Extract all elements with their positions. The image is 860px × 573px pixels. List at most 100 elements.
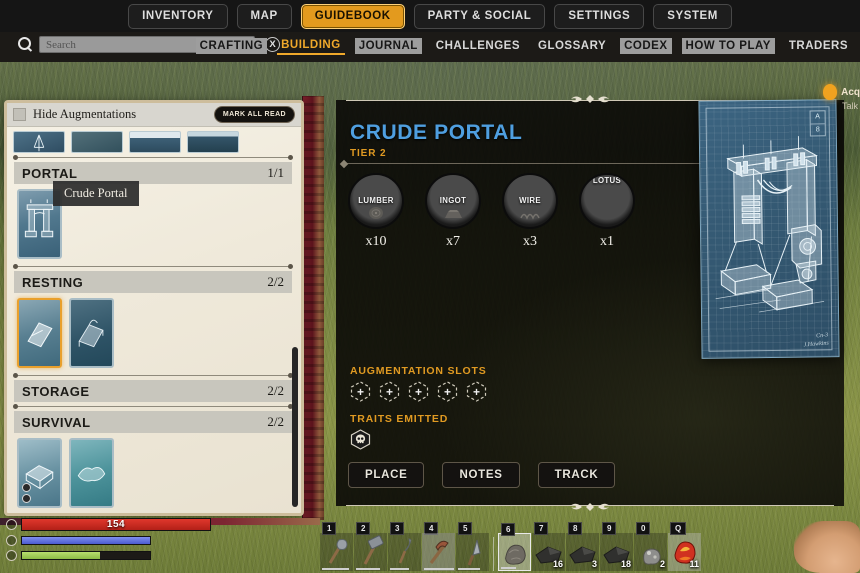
category-name: RESTING xyxy=(22,274,84,290)
item-count: 16 xyxy=(552,559,563,569)
wire-icon xyxy=(520,213,540,220)
hotbar-divider xyxy=(493,537,494,571)
subtab-traders[interactable]: TRADERS xyxy=(785,38,852,54)
material-ingot[interactable]: INGOT × x7 xyxy=(425,173,481,250)
mark-all-read-button[interactable]: MARK ALL READ xyxy=(213,106,295,123)
ornament-bottom xyxy=(336,499,844,512)
category-header-survival[interactable]: SURVIVAL 2/2 xyxy=(14,411,292,433)
material-name: LUMBER xyxy=(358,195,394,205)
item-count: 3 xyxy=(591,559,597,569)
durability-bar xyxy=(501,567,516,569)
divider xyxy=(13,373,293,378)
augmentation-slots-label: AUGMENTATION SLOTS xyxy=(350,365,487,377)
list-item[interactable] xyxy=(71,131,123,153)
game-screen: INVENTORY MAP GUIDEBOOK PARTY & SOCIAL S… xyxy=(0,0,860,573)
material-name: INGOT xyxy=(439,195,467,205)
hotbar-slot[interactable]: 2 xyxy=(354,522,387,571)
list-item[interactable] xyxy=(17,438,62,508)
sickle-icon xyxy=(398,538,412,564)
list-item[interactable] xyxy=(69,438,114,508)
hotbar-slot[interactable]: 5 xyxy=(456,522,489,571)
subtab-glossary[interactable]: GLOSSARY xyxy=(534,38,610,54)
augmentation-badge-icon xyxy=(22,483,31,492)
notification-subtitle: Talk xyxy=(841,101,858,111)
health-row: 154 xyxy=(6,518,211,531)
traits-emitted-label: TRAITS EMITTED xyxy=(350,413,449,425)
slot-plus-icon: + xyxy=(472,384,480,399)
list-item[interactable] xyxy=(17,298,62,368)
nav-tab-party-social[interactable]: PARTY & SOCIAL xyxy=(413,3,546,29)
category-count: 2/2 xyxy=(267,274,284,289)
book-page: Hide Augmentations MARK ALL READ PORTAL xyxy=(4,100,304,516)
augmentation-slot[interactable]: + xyxy=(379,381,400,402)
hotbar-slot[interactable]: Q 11 xyxy=(668,522,701,571)
sidebar-scrollbar[interactable] xyxy=(292,347,298,507)
hotbar-slot[interactable]: 3 xyxy=(388,522,421,571)
notification-title: Acq xyxy=(841,86,860,98)
subtab-building[interactable]: BUILDING xyxy=(277,37,345,55)
nav-tab-guidebook[interactable]: GUIDEBOOK xyxy=(300,3,405,29)
slot-plus-icon: + xyxy=(443,384,451,399)
augmentation-badge-icon xyxy=(22,494,31,503)
augmentation-slot[interactable]: + xyxy=(466,381,487,402)
list-item[interactable] xyxy=(69,298,114,368)
subtab-journal[interactable]: JOURNAL xyxy=(354,38,422,54)
hotbar-slot[interactable]: 8 3 xyxy=(566,522,599,571)
hotbar-slot[interactable]: 1 xyxy=(320,522,353,571)
category-header-resting[interactable]: RESTING 2/2 xyxy=(14,271,292,293)
main-navigation-bar: INVENTORY MAP GUIDEBOOK PARTY & SOCIAL S… xyxy=(0,0,860,32)
material-wire[interactable]: WIRE × x3 xyxy=(502,173,558,250)
stamina-row xyxy=(6,550,211,561)
nav-tab-map[interactable]: MAP xyxy=(236,3,292,29)
player-hand xyxy=(794,521,860,573)
nav-tab-settings[interactable]: SETTINGS xyxy=(554,3,645,29)
list-item[interactable] xyxy=(129,131,181,153)
material-quantity: x3 xyxy=(523,234,537,249)
notes-button[interactable]: NOTES xyxy=(442,462,520,488)
augmentation-slot[interactable]: + xyxy=(437,381,458,402)
category-cards-survival xyxy=(13,433,293,511)
bolt-icon xyxy=(6,550,17,561)
material-quantity: x10 xyxy=(365,234,387,249)
item-count: 11 xyxy=(689,559,699,569)
material-lumber[interactable]: LUMBER × x10 xyxy=(348,173,404,250)
hotbar-slot[interactable]: 7 16 xyxy=(532,522,565,571)
hotbar-slot[interactable]: 0 2 xyxy=(634,522,667,571)
nav-tab-system[interactable]: SYSTEM xyxy=(653,3,732,29)
augmentation-slots: + + + + + xyxy=(350,381,487,402)
list-item[interactable] xyxy=(13,131,65,153)
blueprint-illustration[interactable]: A 8 Cn-3 J.Hawkins xyxy=(698,99,840,359)
subtab-challenges[interactable]: CHALLENGES xyxy=(432,38,524,54)
subtab-codex[interactable]: CODEX xyxy=(620,38,672,54)
track-button[interactable]: TRACK xyxy=(537,462,616,488)
pickaxe-icon xyxy=(422,533,455,571)
place-button[interactable]: PLACE xyxy=(348,462,425,488)
rock-icon xyxy=(505,544,526,565)
heart-icon xyxy=(6,519,17,530)
subtab-crafting[interactable]: CRAFTING xyxy=(195,38,268,54)
category-count: 2/2 xyxy=(267,414,284,429)
page-header: Hide Augmentations MARK ALL READ xyxy=(7,103,301,127)
material-missing-icon: × xyxy=(395,175,402,182)
search-and-subnav-row: X CRAFTING BUILDING JOURNAL CHALLENGES G… xyxy=(0,32,860,62)
hotbar-slot[interactable]: 9 18 xyxy=(600,522,633,571)
nav-tab-inventory[interactable]: INVENTORY xyxy=(128,3,228,29)
hide-augmentations-checkbox[interactable] xyxy=(13,108,26,121)
subtab-how-to-play[interactable]: HOW TO PLAY xyxy=(681,38,775,54)
health-value: 154 xyxy=(106,519,126,530)
hotbar-slot[interactable]: 4 xyxy=(422,522,455,571)
mana-bar xyxy=(21,536,151,545)
list-item[interactable] xyxy=(187,131,239,153)
skull-trait-icon[interactable] xyxy=(350,429,371,450)
hotbar-slot-selected[interactable]: 6 xyxy=(498,523,531,571)
augmentation-slot[interactable]: + xyxy=(350,381,371,402)
material-quantity: x7 xyxy=(446,234,460,249)
category-header-storage[interactable]: STORAGE 2/2 xyxy=(14,380,292,402)
category-list: PORTAL 1/1 Crude Portal RESTING 2/2 STOR… xyxy=(7,127,301,513)
category-cards-resting xyxy=(13,293,293,371)
divider xyxy=(13,155,293,160)
augmentation-slot[interactable]: + xyxy=(408,381,429,402)
material-synchronous-lotus[interactable]: SYNCHRONOUS LOTUS × x1 xyxy=(579,173,635,250)
slot-plus-icon: + xyxy=(356,384,364,399)
vitals-panel: 154 xyxy=(6,518,211,565)
